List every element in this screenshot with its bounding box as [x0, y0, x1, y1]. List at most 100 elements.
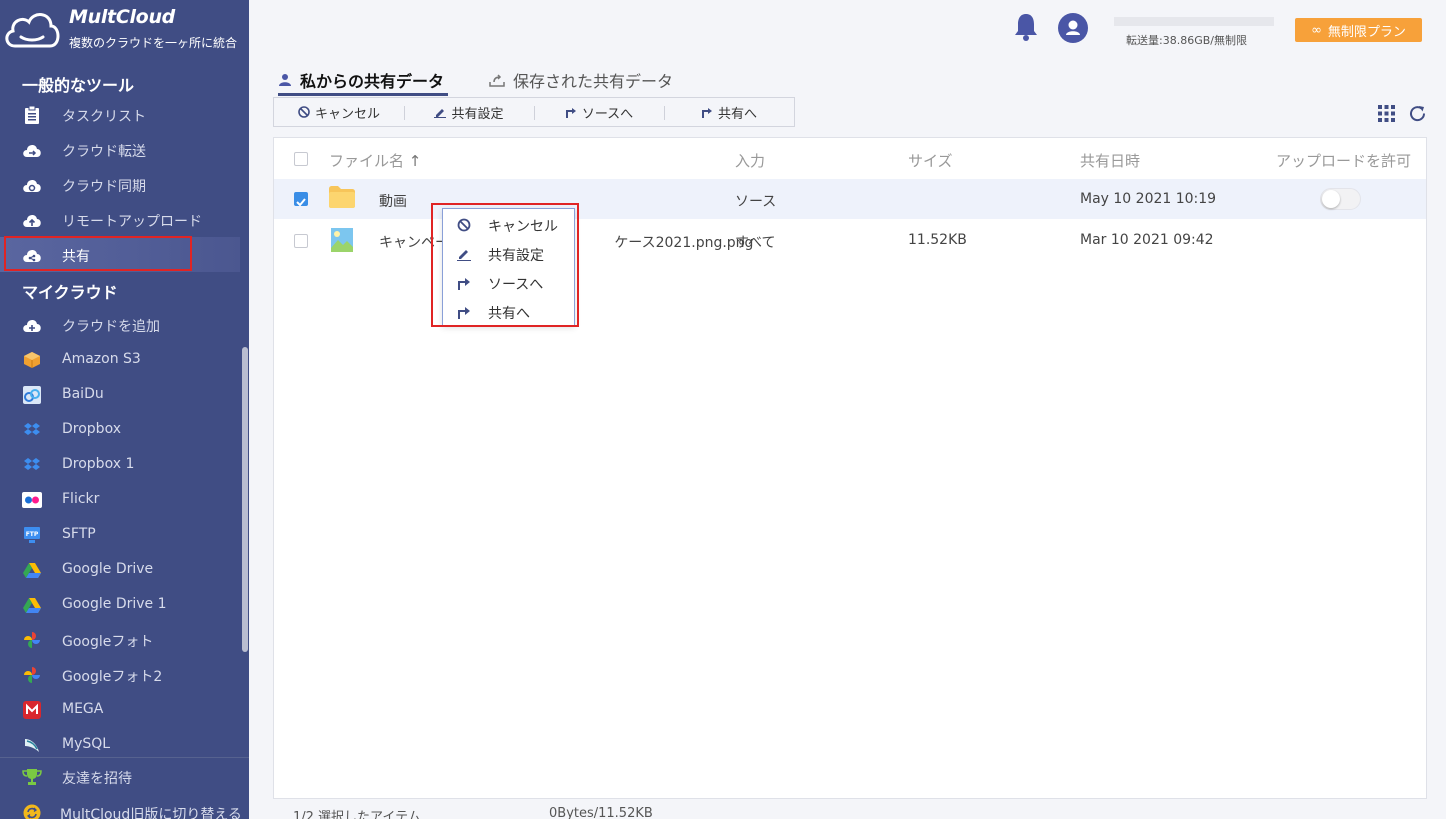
clipboard-icon	[22, 105, 42, 125]
dropbox-icon	[22, 420, 42, 440]
tab-shared-by-me[interactable]: 私からの共有データ	[278, 66, 449, 96]
sidebar-bottom: 友達を招待 MultCloud旧版に切り替える	[0, 757, 249, 819]
go-to-source-button[interactable]: ソースへ	[534, 98, 664, 126]
check-icon	[296, 198, 306, 207]
bell-icon[interactable]	[1013, 12, 1039, 42]
sidebar-item-dropbox[interactable]: Dropbox	[0, 412, 240, 447]
share-arrow-icon	[458, 307, 470, 319]
image-file-icon	[331, 228, 353, 252]
sidebar-item-label: BaiDu	[62, 386, 104, 402]
sidebar-item-google-photos[interactable]: Googleフォト	[0, 622, 240, 657]
app-tagline: 複数のクラウドを一ヶ所に統合	[69, 36, 238, 50]
cloud-transfer-icon	[22, 140, 42, 160]
section-general-tools: 一般的なツール	[22, 76, 135, 95]
context-menu-cancel[interactable]: キャンセル	[443, 210, 574, 239]
sidebar: MultCloud 複数のクラウドを一ヶ所に統合 一般的なツール タスクリスト …	[0, 0, 249, 819]
sidebar-item-sftp[interactable]: FTP SFTP	[0, 517, 240, 552]
mega-icon	[22, 700, 42, 720]
cloud-share-icon	[22, 245, 42, 265]
row-checkbox[interactable]	[294, 234, 308, 248]
baidu-icon	[22, 385, 42, 405]
share-arrow-icon	[565, 108, 576, 118]
share-arrow-icon	[701, 108, 712, 118]
cancel-button[interactable]: キャンセル	[274, 98, 404, 126]
sidebar-item-dropbox-1[interactable]: Dropbox 1	[0, 447, 240, 482]
sort-up-icon: ↑	[408, 152, 422, 170]
sidebar-item-label: クラウドを追加	[62, 319, 160, 335]
action-toolbar: キャンセル 共有設定 ソースへ 共有へ	[273, 97, 795, 127]
context-menu-to-source[interactable]: ソースへ	[443, 268, 574, 297]
go-to-share-button[interactable]: 共有へ	[664, 98, 794, 126]
sidebar-item-amazon-s3[interactable]: Amazon S3	[0, 342, 240, 377]
cloud-upload-icon	[22, 210, 42, 230]
file-name[interactable]: 動画	[379, 191, 407, 211]
sidebar-item-label: タスクリスト	[62, 109, 146, 125]
file-size: 11.52KB	[908, 232, 967, 248]
sidebar-item-google-photos-2[interactable]: Googleフォト2	[0, 657, 240, 692]
sidebar-item-label: MultCloud旧版に切り替える	[60, 807, 242, 819]
column-header-input[interactable]: 入力	[735, 150, 765, 171]
file-date: Mar 10 2021 09:42	[1080, 232, 1214, 248]
sidebar-item-flickr[interactable]: Flickr	[0, 482, 240, 517]
tab-saved-shares[interactable]: 保存された共有データ	[489, 66, 673, 94]
sidebar-item-switch-old-version[interactable]: MultCloud旧版に切り替える	[0, 795, 242, 819]
sidebar-item-label: Amazon S3	[62, 351, 141, 367]
user-avatar[interactable]	[1058, 13, 1088, 43]
cloud-add-icon	[22, 315, 42, 335]
refresh-icon[interactable]	[1408, 104, 1427, 123]
file-input: ソース	[735, 194, 777, 210]
row-checkbox[interactable]	[294, 192, 308, 207]
sidebar-item-baidu[interactable]: BaiDu	[0, 377, 240, 412]
column-header-date[interactable]: 共有日時	[1080, 150, 1140, 171]
sidebar-item-mega[interactable]: MEGA	[0, 692, 240, 727]
sidebar-item-label: 友達を招待	[62, 771, 132, 787]
sidebar-item-share[interactable]: 共有	[0, 237, 240, 272]
column-header-name[interactable]: ファイル名 ↑	[329, 150, 421, 171]
switch-icon	[22, 803, 42, 819]
sidebar-item-task-list[interactable]: タスクリスト	[0, 97, 240, 132]
sidebar-item-invite-friends[interactable]: 友達を招待	[0, 759, 240, 794]
share-upload-icon	[489, 74, 505, 87]
go-to-source-label: ソースへ	[581, 106, 634, 122]
multcloud-logo-icon	[5, 13, 60, 48]
sidebar-item-label: 共有	[62, 249, 90, 265]
edit-icon	[434, 109, 447, 118]
sidebar-item-label: Googleフォト	[62, 634, 154, 650]
sidebar-item-cloud-sync[interactable]: クラウド同期	[0, 167, 240, 202]
context-menu-label: キャンセル	[488, 219, 558, 235]
user-icon	[1066, 20, 1080, 35]
sidebar-item-label: クラウド同期	[62, 179, 146, 195]
context-menu: キャンセル 共有設定 ソースへ 共有へ	[442, 208, 575, 326]
sidebar-item-label: Google Drive	[62, 561, 154, 577]
column-header-size[interactable]: サイズ	[908, 150, 953, 171]
tab-label: 私からの共有データ	[300, 72, 445, 91]
cancel-icon	[457, 218, 471, 232]
trophy-icon	[22, 767, 42, 787]
google-drive-icon	[22, 560, 42, 580]
context-menu-share-settings[interactable]: 共有設定	[443, 239, 574, 268]
cancel-icon	[298, 106, 310, 118]
infinity-icon: ∞	[1311, 22, 1322, 38]
google-drive-icon	[22, 595, 42, 615]
quota-progress-bar	[1114, 17, 1274, 26]
app-logo[interactable]: MultCloud 複数のクラウドを一ヶ所に統合	[0, 0, 249, 60]
sidebar-item-add-cloud[interactable]: クラウドを追加	[0, 307, 240, 342]
select-all-checkbox[interactable]	[294, 152, 308, 166]
share-settings-button[interactable]: 共有設定	[404, 98, 534, 126]
unlimited-plan-button[interactable]: ∞ 無制限プラン	[1295, 18, 1422, 42]
sidebar-item-google-drive-1[interactable]: Google Drive 1	[0, 587, 240, 622]
section-my-clouds: マイクラウド	[22, 283, 118, 302]
user-icon	[279, 74, 291, 86]
sidebar-item-remote-upload[interactable]: リモートアップロード	[0, 202, 240, 237]
grid-view-icon[interactable]	[1378, 105, 1395, 122]
sidebar-item-google-drive[interactable]: Google Drive	[0, 552, 240, 587]
sidebar-item-cloud-transfer[interactable]: クラウド転送	[0, 132, 240, 167]
mysql-icon	[22, 735, 42, 755]
sidebar-scrollbar[interactable]	[242, 347, 248, 652]
sidebar-item-label: Googleフォト2	[62, 669, 163, 685]
column-header-allow-upload: アップロードを許可	[1276, 152, 1412, 170]
app-name: MultCloud	[69, 6, 175, 28]
context-menu-to-share[interactable]: 共有へ	[443, 297, 574, 326]
allow-upload-toggle[interactable]	[1320, 188, 1361, 210]
sidebar-item-label: MEGA	[62, 701, 104, 717]
